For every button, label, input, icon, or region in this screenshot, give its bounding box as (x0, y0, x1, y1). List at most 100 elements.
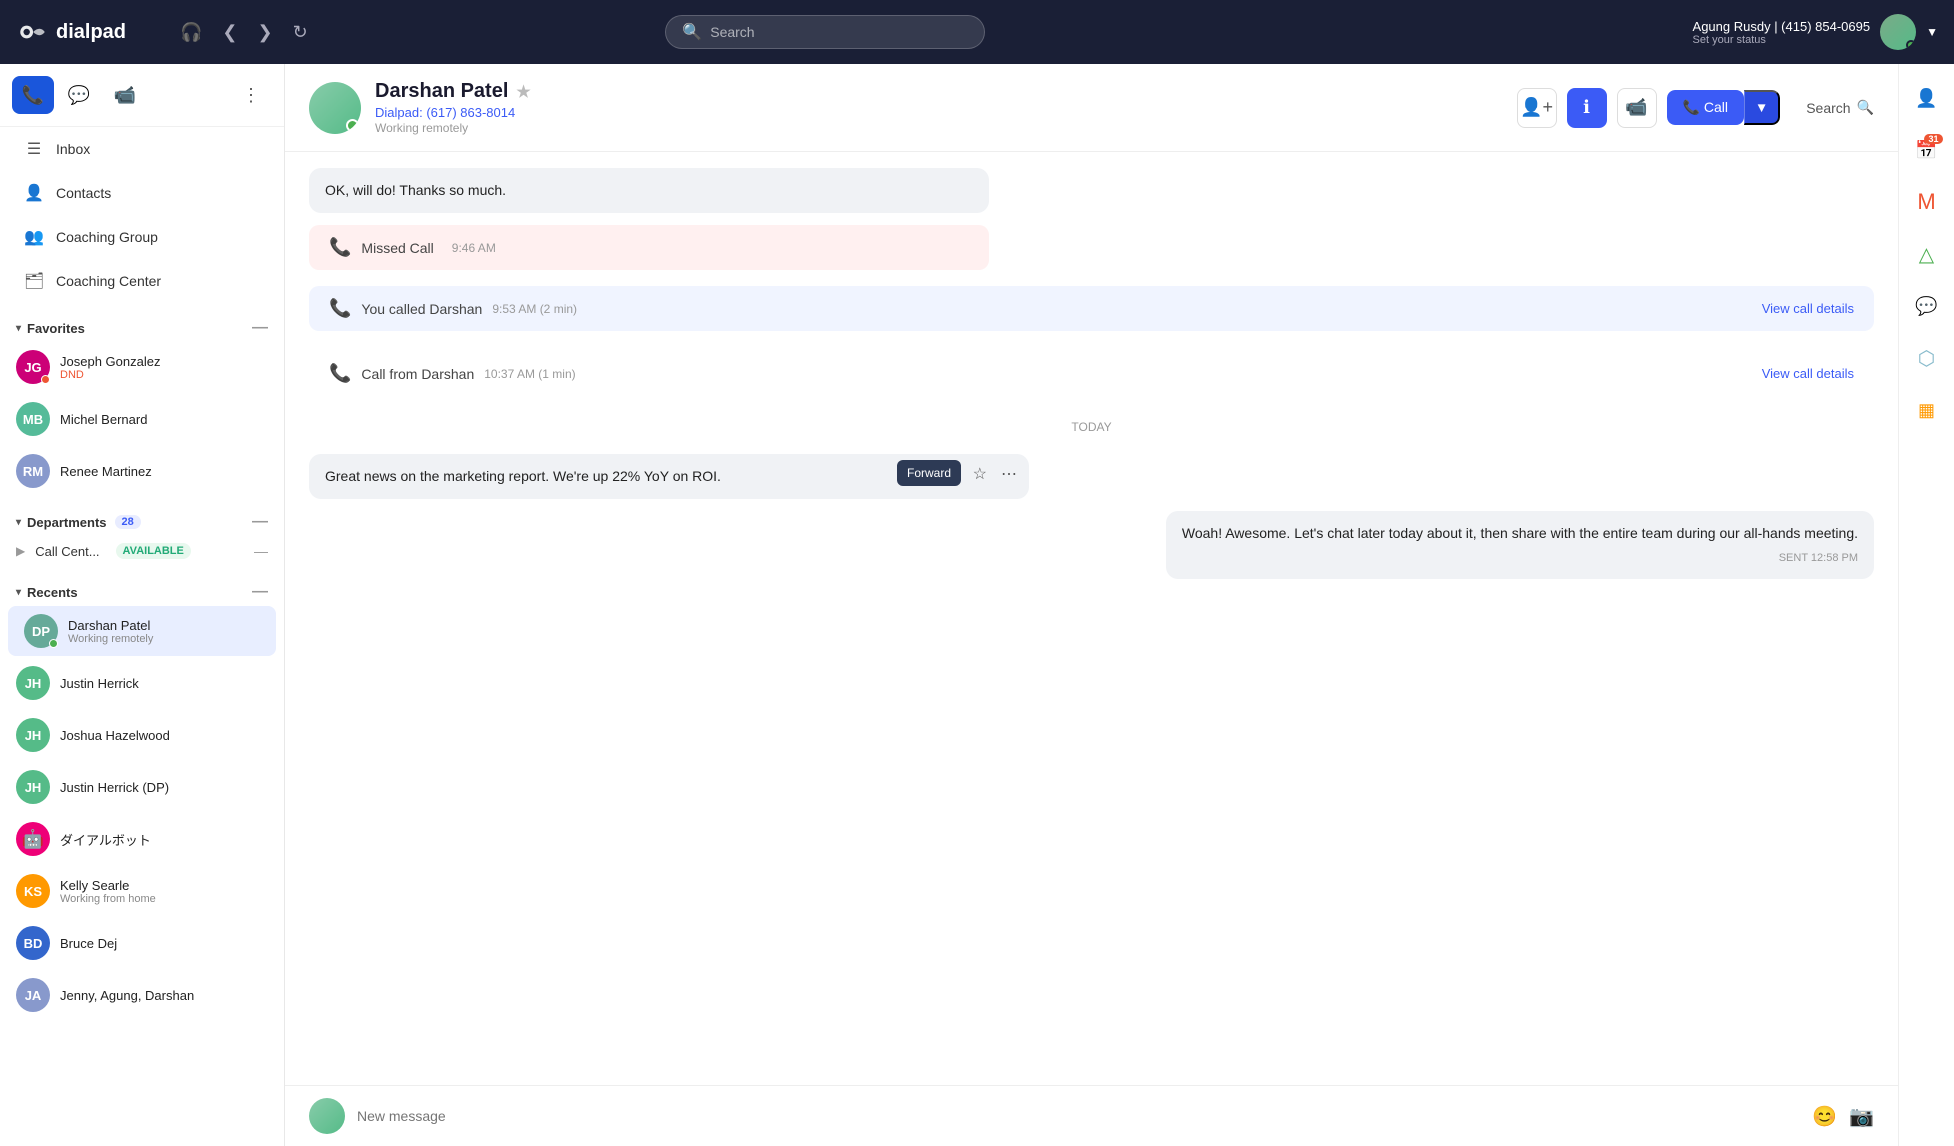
camera-button[interactable]: 📷 (1849, 1104, 1874, 1129)
msg-7: Woah! Awesome. Let's chat later today ab… (1166, 511, 1874, 579)
favorite-michel[interactable]: MB Michel Bernard (0, 394, 284, 444)
jenny-avatar: JA (16, 978, 50, 1012)
darshan-avatar: DP (24, 614, 58, 648)
recents-section-header: ▾ Recents — (0, 575, 284, 605)
departments-minus-btn[interactable]: — (252, 513, 268, 531)
video-call-button[interactable]: 📹 (1617, 88, 1657, 128)
call-dropdown-button[interactable]: ▼ (1744, 90, 1780, 125)
favorite-joseph[interactable]: JG Joseph Gonzalez DND (0, 342, 284, 392)
sidebar-item-coaching-group[interactable]: 👥 Coaching Group (8, 217, 276, 257)
recent-justin-h[interactable]: JH Justin Herrick (0, 658, 284, 708)
favorites-collapse-icon[interactable]: ▾ (16, 323, 21, 334)
emoji-button[interactable]: 😊 (1812, 1104, 1837, 1129)
right-zendesk-icon[interactable]: ⬡ (1909, 340, 1945, 376)
msg-6-actions: Forward ↗ ☆ ⋯ (941, 462, 1021, 486)
recents-collapse-icon[interactable]: ▾ (16, 587, 21, 598)
msg-7-sent-time: SENT 12:58 PM (1182, 550, 1858, 567)
sidebar-item-coaching-group-label: Coaching Group (56, 229, 158, 245)
msg-6: Great news on the marketing report. We'r… (309, 454, 1029, 499)
chat-user-info: Darshan Patel ★ Dialpad: (617) 863-8014 … (375, 80, 1517, 135)
avatar[interactable] (1880, 14, 1916, 50)
favorites-label: Favorites (27, 321, 85, 336)
jenny-info: Jenny, Agung, Darshan (60, 988, 268, 1003)
recent-bruce[interactable]: BD Bruce Dej (0, 918, 284, 968)
star-message-button[interactable]: ☆ (969, 462, 991, 486)
bot-avatar: 🤖 (16, 822, 50, 856)
back-button[interactable]: ❮ (218, 18, 241, 47)
message-input-area: 😊 📷 (285, 1085, 1898, 1146)
sidebar-item-inbox-label: Inbox (56, 141, 90, 157)
recents-minus-btn[interactable]: — (252, 583, 268, 601)
renee-avatar: RM (16, 454, 50, 488)
call-in-details-link[interactable]: View call details (1762, 366, 1854, 381)
call-out-details-link[interactable]: View call details (1762, 301, 1854, 316)
dept-minus-btn[interactable]: — (254, 543, 268, 559)
departments-section-header: ▾ Departments 28 — (0, 505, 284, 535)
coaching-group-icon: 👥 (24, 227, 44, 247)
sidebar-item-coaching-center[interactable]: 🗂 Coaching Center (8, 261, 276, 301)
calendar-badge: 31 (1924, 134, 1942, 144)
chat-phone-number: (617) 863-8014 (426, 105, 515, 120)
departments-collapse-icon[interactable]: ▾ (16, 517, 21, 528)
global-search-bar[interactable]: 🔍 (665, 15, 985, 49)
forward-button[interactable]: ↗ (941, 462, 962, 486)
user-status: Set your status (1693, 34, 1871, 46)
call-in-label: Call from Darshan (361, 366, 474, 382)
recents-label: Recents (27, 585, 78, 600)
msg-6-row: Great news on the marketing report. We'r… (309, 454, 1874, 499)
headset-button[interactable]: 🎧 (176, 18, 206, 47)
joseph-name: Joseph Gonzalez (60, 354, 268, 369)
recent-justin-dp[interactable]: JH Justin Herrick (DP) (0, 762, 284, 812)
bruce-avatar: BD (16, 926, 50, 960)
user-dropdown-icon[interactable]: ▼ (1926, 25, 1938, 39)
dept-collapse-icon: ▶ (16, 544, 25, 558)
call-in-time: 10:37 AM (1 min) (484, 367, 575, 381)
recent-jenny[interactable]: JA Jenny, Agung, Darshan (0, 970, 284, 1020)
chat-search-link[interactable]: Search 🔍 (1806, 99, 1874, 116)
dept-call-cent[interactable]: ▶ Call Cent... AVAILABLE — (0, 535, 284, 567)
sidebar-item-inbox[interactable]: ☰ Inbox (8, 129, 276, 169)
star-icon[interactable]: ★ (516, 82, 530, 102)
missed-call-label: Missed Call (361, 240, 433, 256)
add-contact-button[interactable]: 👤+ (1517, 88, 1557, 128)
justin-h-info: Justin Herrick (60, 676, 268, 691)
favorite-renee[interactable]: RM Renee Martinez (0, 446, 284, 496)
msg-1: OK, will do! Thanks so much. (309, 168, 989, 213)
video-tab[interactable]: 📹 (104, 76, 146, 114)
right-gmail-icon[interactable]: M (1909, 184, 1945, 220)
contacts-icon: 👤 (24, 183, 44, 203)
dept-name: Call Cent... (35, 544, 99, 559)
input-avatar (309, 1098, 345, 1134)
forward-button[interactable]: ❯ (254, 18, 277, 47)
michel-info: Michel Bernard (60, 412, 268, 427)
chat-header: Darshan Patel ★ Dialpad: (617) 863-8014 … (285, 64, 1898, 152)
bruce-name: Bruce Dej (60, 936, 268, 951)
favorites-minus-btn[interactable]: — (252, 319, 268, 337)
recent-joshua[interactable]: JH Joshua Hazelwood (0, 710, 284, 760)
call-button[interactable]: 📞 Call (1667, 90, 1744, 125)
global-search-input[interactable] (710, 24, 968, 40)
recent-kelly[interactable]: KS Kelly Searle Working from home (0, 866, 284, 916)
right-contacts-icon[interactable]: 👤 (1909, 80, 1945, 116)
joshua-info: Joshua Hazelwood (60, 728, 268, 743)
refresh-button[interactable]: ↻ (289, 18, 312, 47)
darshan-info: Darshan Patel Working remotely (68, 618, 260, 645)
right-gdrive-icon[interactable]: △ (1909, 236, 1945, 272)
sidebar-item-contacts[interactable]: 👤 Contacts (8, 173, 276, 213)
more-tab[interactable]: ⋮ (230, 76, 272, 114)
renee-name: Renee Martinez (60, 464, 268, 479)
recent-darshan[interactable]: DP Darshan Patel Working remotely (8, 606, 276, 656)
right-chat-icon[interactable]: 💬 (1909, 288, 1945, 324)
info-button[interactable]: ℹ (1567, 88, 1607, 128)
chat-tab[interactable]: 💬 (58, 76, 100, 114)
message-input[interactable] (357, 1108, 1800, 1124)
search-icon: 🔍 (682, 22, 702, 42)
day-separator: TODAY (309, 420, 1874, 434)
more-options-button[interactable]: ⋯ (997, 462, 1021, 486)
darshan-status: Working remotely (68, 633, 260, 645)
right-powerbi-icon[interactable]: ▦ (1909, 392, 1945, 428)
right-calendar-icon[interactable]: 📅 31 (1909, 132, 1945, 168)
phone-tab[interactable]: 📞 (12, 76, 54, 114)
recent-bot[interactable]: 🤖 ダイアルボット (0, 814, 284, 864)
call-button-wrapper: 📞 Call ▼ (1667, 90, 1781, 125)
